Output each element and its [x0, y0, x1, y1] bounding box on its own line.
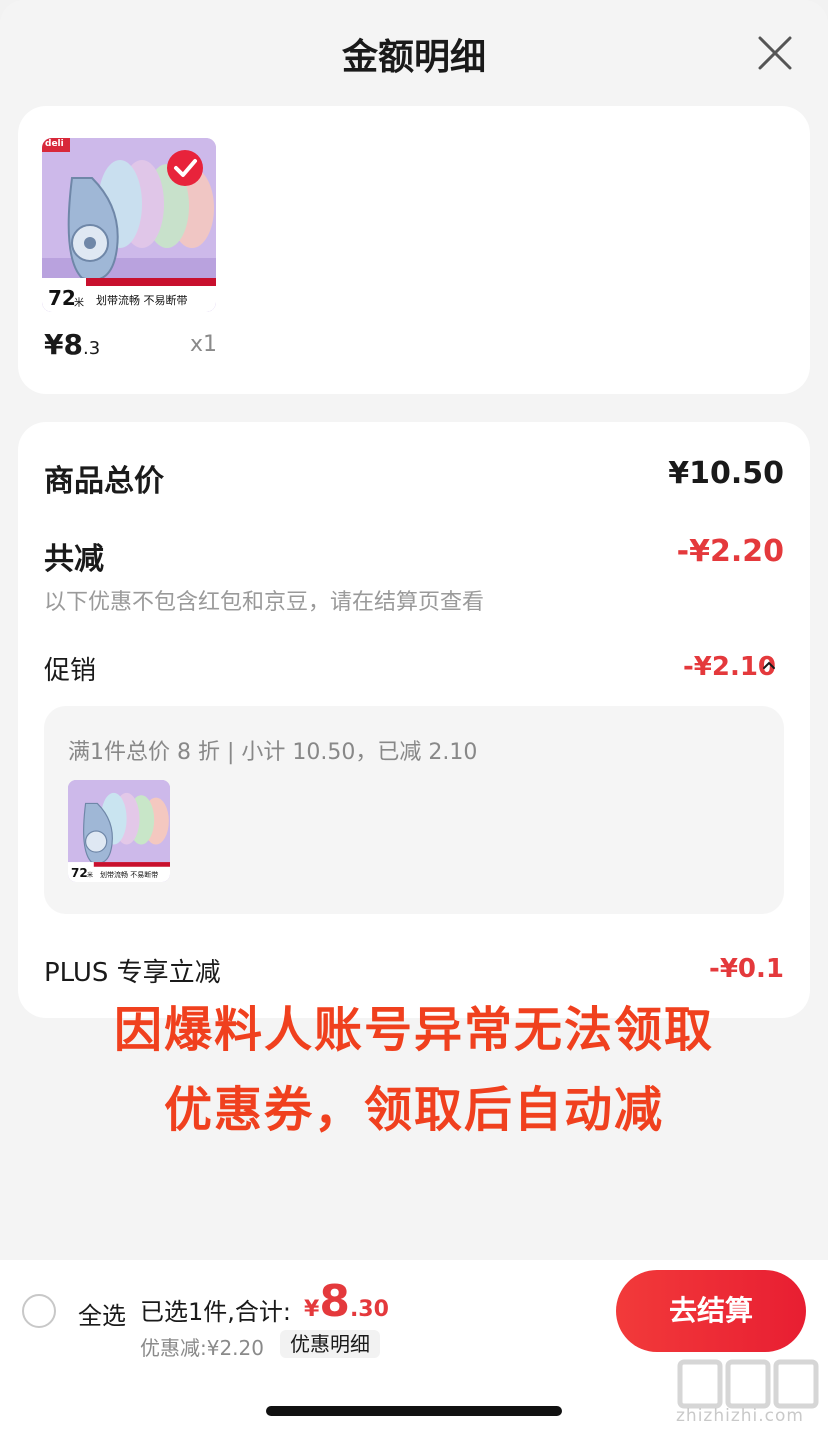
reduce-note: 以下优惠不包含红包和京豆，请在结算页查看	[44, 590, 485, 615]
checkout-total-dec: .30	[349, 1297, 389, 1322]
product-image-caption: 划带流畅 不易断带	[96, 294, 188, 307]
thumbnail-caption: 划带流畅 不易断带	[100, 871, 159, 879]
product-brand: deli	[45, 139, 64, 149]
discount-detail-button[interactable]: 优惠明细	[280, 1330, 380, 1358]
product-quantity: x1	[190, 332, 218, 357]
product-price-dec: .3	[82, 338, 101, 359]
chevron-up-icon[interactable]	[760, 656, 778, 674]
plus-discount-label: PLUS 专享立减	[44, 958, 221, 988]
close-icon[interactable]	[756, 34, 794, 72]
checkout-total: ¥8.30	[304, 1276, 389, 1327]
total-value: ¥10.50	[668, 456, 784, 491]
selected-summary: 已选1件,合计:	[140, 1298, 291, 1326]
checkout-button[interactable]: 去结算	[616, 1270, 806, 1352]
discount-summary: 优惠减:¥2.20	[140, 1336, 264, 1360]
select-all-label[interactable]: 全选	[78, 1296, 126, 1331]
checkout-total-symbol: ¥	[304, 1297, 320, 1322]
total-label: 商品总价	[44, 464, 164, 499]
thumbnail-length-unit: 米	[87, 872, 94, 879]
overlay-note-line2: 优惠券，领取后自动减	[163, 1082, 664, 1138]
select-all-radio[interactable]	[22, 1294, 56, 1328]
promo-label: 促销	[44, 656, 97, 686]
product-length-unit: 米	[74, 298, 84, 309]
promo-product-thumbnail[interactable]: 72 米 划带流畅 不易断带	[68, 780, 170, 882]
product-image[interactable]: deli 72 米 划带流畅 不易断带	[42, 138, 216, 312]
page-title: 金额明细	[341, 37, 486, 78]
thumbnail-length-number: 72	[71, 866, 88, 880]
plus-discount-value: -¥0.1	[709, 954, 784, 984]
home-indicator	[266, 1406, 562, 1416]
overlay-note-line1: 因爆料人账号异常无法领取	[113, 1002, 714, 1058]
reduce-value: -¥2.20	[676, 534, 784, 569]
promo-description: 满1件总价 8 折 | 小计 10.50，已减 2.10	[68, 740, 478, 765]
product-price-symbol: ¥	[44, 328, 64, 361]
checkout-total-int: 8	[319, 1276, 350, 1327]
product-length-number: 72	[48, 286, 76, 310]
product-price-int: 8	[63, 328, 83, 361]
watermark-url: zhizhizhi.com	[676, 1406, 804, 1426]
reduce-label: 共减	[44, 542, 104, 577]
product-price: ¥8.3	[44, 328, 100, 361]
